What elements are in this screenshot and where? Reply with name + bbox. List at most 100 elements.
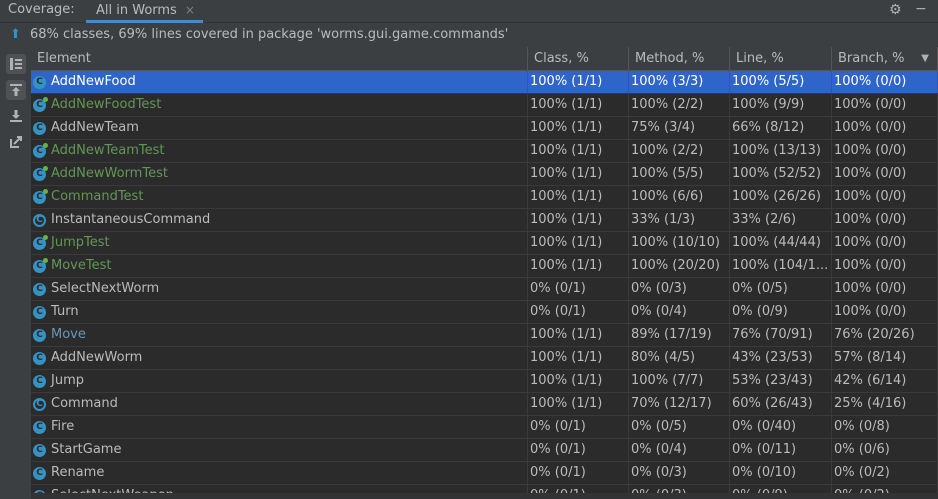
table-row[interactable]: C InstantaneousCommand 100% (1/1) 33% (1/3)… <box>31 209 938 232</box>
table-row[interactable]: C Jump 100% (1/1) 100% (7/7) 53% (23/43) 42% … <box>31 370 938 393</box>
table-row[interactable]: C AddNewFood 100% (1/1) 100% (3/3) 100% (5/5… <box>31 71 938 94</box>
element-name: AddNewTeam <box>51 120 139 135</box>
tab-all-in-worms[interactable]: All in Worms × <box>86 0 203 23</box>
class-coverage-cell: 100% (1/1) <box>528 324 629 346</box>
line-coverage-cell: 100% (44/44) <box>730 232 832 254</box>
class-coverage-cell: 100% (1/1) <box>528 186 629 208</box>
element-name: AddNewWorm <box>51 350 143 365</box>
line-coverage-cell: 100% (13/13) <box>730 140 832 162</box>
line-coverage-cell: 60% (26/43) <box>730 393 832 415</box>
go-up-icon[interactable]: ⬆ <box>10 27 26 42</box>
method-coverage-cell: 100% (20/20) <box>629 255 730 277</box>
table-row[interactable]: C CommandTest 100% (1/1) 100% (6/6) 100% (26… <box>31 186 938 209</box>
element-name: AddNewWormTest <box>51 166 168 181</box>
branch-coverage-cell: 25% (4/16) <box>832 393 938 415</box>
minimize-icon[interactable]: − <box>915 1 927 17</box>
table-row[interactable]: C JumpTest 100% (1/1) 100% (10/10) 100% (44/… <box>31 232 938 255</box>
line-coverage-cell: 0% (0/5) <box>730 278 832 300</box>
class-icon: C <box>33 466 46 480</box>
branch-coverage-cell: 0% (0/8) <box>832 416 938 438</box>
gear-icon[interactable]: ⚙ <box>889 2 902 18</box>
class-icon: C <box>33 328 46 342</box>
element-cell: C AddNewTeamTest <box>31 140 528 162</box>
element-name: AddNewFoodTest <box>51 97 162 112</box>
method-coverage-cell: 100% (2/2) <box>629 94 730 116</box>
class-icon: C <box>33 305 46 319</box>
element-name: JumpTest <box>51 235 110 250</box>
branch-coverage-cell: 100% (0/0) <box>832 163 938 185</box>
element-cell: C Turn <box>31 301 528 323</box>
branch-coverage-cell: 100% (0/0) <box>832 209 938 231</box>
branch-coverage-cell: 100% (0/0) <box>832 232 938 254</box>
class-coverage-cell: 100% (1/1) <box>528 117 629 139</box>
coverage-table: Element Class, % Method, % Line, % Branc… <box>31 47 938 499</box>
method-coverage-cell: 100% (5/5) <box>629 163 730 185</box>
table-row[interactable]: C AddNewTeam 100% (1/1) 75% (3/4) 66% (8/12)… <box>31 117 938 140</box>
generate-report-icon[interactable] <box>6 80 26 100</box>
class-coverage-cell: 100% (1/1) <box>528 209 629 231</box>
table-row[interactable]: C Rename 0% (0/1) 0% (0/3) 0% (0/10) 0% (0/2) <box>31 462 938 485</box>
table-row[interactable]: C Move 100% (1/1) 89% (17/19) 76% (70/91) 76%… <box>31 324 938 347</box>
method-coverage-cell: 33% (1/3) <box>629 209 730 231</box>
coverage-titlebar: Coverage: All in Worms × ⚙ − <box>0 0 938 23</box>
test-class-icon: C <box>33 165 48 181</box>
table-row[interactable]: C SelectNextWorm 0% (0/1) 0% (0/3) 0% (0/5) 1… <box>31 278 938 301</box>
class-coverage-cell: 100% (1/1) <box>528 71 629 93</box>
class-coverage-cell: 0% (0/1) <box>528 278 629 300</box>
method-coverage-cell: 100% (6/6) <box>629 186 730 208</box>
method-coverage-cell: 75% (3/4) <box>629 117 730 139</box>
class-coverage-cell: 0% (0/1) <box>528 462 629 484</box>
branch-coverage-cell: 100% (0/0) <box>832 140 938 162</box>
method-coverage-cell: 0% (0/3) <box>629 462 730 484</box>
table-row[interactable]: C AddNewTeamTest 100% (1/1) 100% (2/2) 100% … <box>31 140 938 163</box>
test-class-icon: C <box>33 234 48 250</box>
element-name: InstantaneousCommand <box>51 212 211 227</box>
element-cell: C Jump <box>31 370 528 392</box>
column-branch[interactable]: Branch, % ▼ <box>832 47 938 70</box>
class-coverage-cell: 100% (1/1) <box>528 255 629 277</box>
class-coverage-cell: 100% (1/1) <box>528 370 629 392</box>
method-coverage-cell: 100% (7/7) <box>629 370 730 392</box>
export-icon[interactable] <box>6 132 26 152</box>
class-icon: C <box>33 121 46 135</box>
class-coverage-cell: 100% (1/1) <box>528 232 629 254</box>
flatten-packages-icon[interactable] <box>6 54 26 74</box>
column-element[interactable]: Element <box>31 47 528 70</box>
element-name: Rename <box>51 465 105 480</box>
test-class-icon: C <box>33 188 48 204</box>
line-coverage-cell: 100% (9/9) <box>730 94 832 116</box>
table-row[interactable]: C Command 100% (1/1) 70% (12/17) 60% (26/43)… <box>31 393 938 416</box>
element-cell: C AddNewTeam <box>31 117 528 139</box>
element-name: Turn <box>51 304 79 319</box>
table-row[interactable]: C StartGame 0% (0/1) 0% (0/4) 0% (0/11) 0% (0… <box>31 439 938 462</box>
table-row[interactable]: C AddNewWormTest 100% (1/1) 100% (5/5) 100% … <box>31 163 938 186</box>
table-row[interactable]: C Turn 0% (0/1) 0% (0/4) 0% (0/9) 100% (0/0) <box>31 301 938 324</box>
element-cell: C CommandTest <box>31 186 528 208</box>
branch-coverage-cell: 100% (0/0) <box>832 71 938 93</box>
table-row[interactable]: C MoveTest 100% (1/1) 100% (20/20) 100% (104… <box>31 255 938 278</box>
element-cell: C AddNewWorm <box>31 347 528 369</box>
method-coverage-cell: 100% (10/10) <box>629 232 730 254</box>
element-name: Move <box>51 327 86 342</box>
element-cell: C AddNewFood <box>31 71 528 93</box>
line-coverage-cell: 100% (5/5) <box>730 71 832 93</box>
column-class[interactable]: Class, % <box>528 47 629 70</box>
close-icon[interactable]: × <box>185 3 195 17</box>
horizontal-scrollbar[interactable] <box>31 493 938 499</box>
element-name: CommandTest <box>51 189 144 204</box>
tab-label: All in Worms <box>96 2 177 18</box>
autoscroll-icon[interactable] <box>6 106 26 126</box>
class-coverage-cell: 100% (1/1) <box>528 140 629 162</box>
column-method[interactable]: Method, % <box>629 47 730 70</box>
line-coverage-cell: 100% (104/1... <box>730 255 832 277</box>
element-cell: C AddNewWormTest <box>31 163 528 185</box>
table-row[interactable]: C AddNewFoodTest 100% (1/1) 100% (2/2) 100% … <box>31 94 938 117</box>
class-coverage-cell: 0% (0/1) <box>528 439 629 461</box>
abstract-class-icon: C <box>33 213 46 227</box>
column-line[interactable]: Line, % <box>730 47 832 70</box>
element-cell: C Command <box>31 393 528 415</box>
class-coverage-cell: 100% (1/1) <box>528 347 629 369</box>
table-row[interactable]: C AddNewWorm 100% (1/1) 80% (4/5) 43% (23/53… <box>31 347 938 370</box>
table-row[interactable]: C Fire 0% (0/1) 0% (0/5) 0% (0/40) 0% (0/8) <box>31 416 938 439</box>
element-cell: C StartGame <box>31 439 528 461</box>
